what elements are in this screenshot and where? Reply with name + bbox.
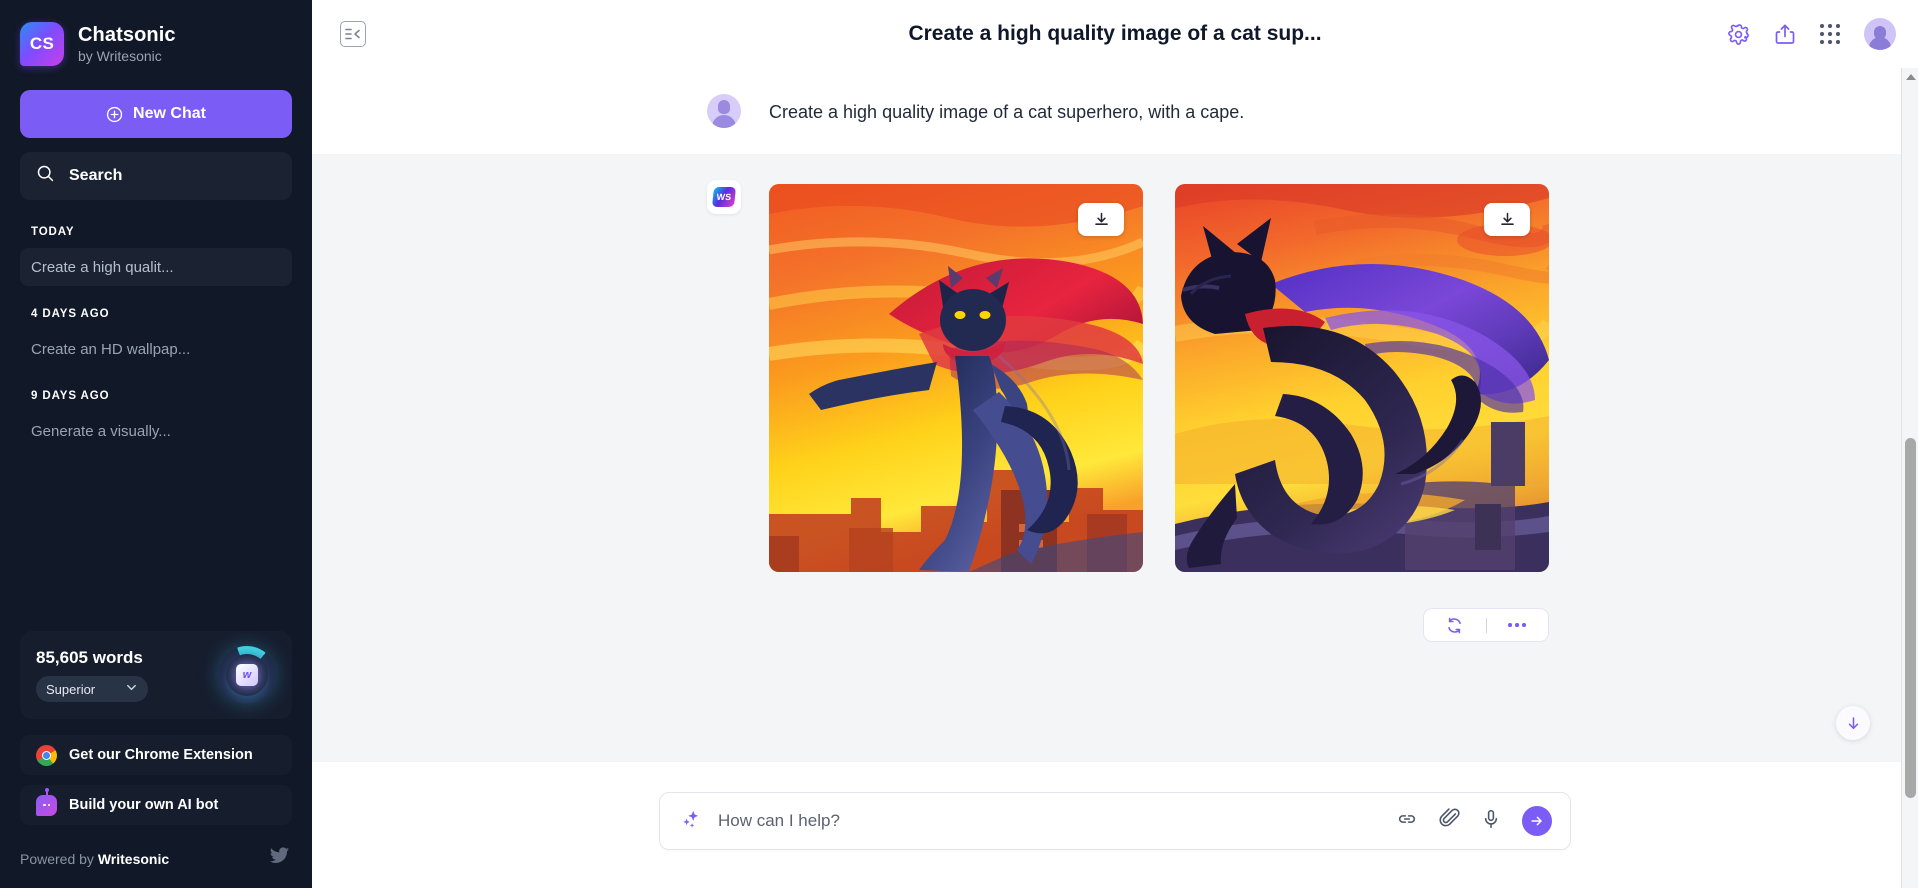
words-orb-inner: w	[226, 654, 268, 696]
regenerate-button[interactable]	[1424, 616, 1486, 635]
powered-brand: Writesonic	[97, 850, 170, 867]
search-button[interactable]: Search	[20, 152, 292, 200]
generated-image-1[interactable]	[1175, 184, 1549, 572]
message-bot: WS	[312, 154, 1918, 642]
writesonic-logo: WS	[707, 180, 741, 214]
history-item-0[interactable]: Create a high qualit...	[20, 248, 292, 286]
chat-scroll-region[interactable]: Create a high quality image of a cat sup…	[312, 68, 1918, 762]
arrow-right-icon	[1531, 816, 1542, 826]
message-inner: WS	[312, 180, 1549, 642]
powered-by-text: Powered by Writesonic	[20, 851, 169, 867]
header-actions	[1727, 18, 1896, 50]
words-count: 85,605 words	[36, 648, 143, 667]
chrome-icon	[36, 744, 57, 766]
brand-text: Chatsonic by Writesonic	[78, 24, 176, 64]
ws-chip-label: WS	[711, 187, 737, 207]
history-item-label: Create a high qualit...	[31, 258, 174, 276]
message-actions-bar	[1423, 608, 1549, 642]
paperclip-icon[interactable]	[1438, 807, 1460, 835]
actions-row	[769, 572, 1549, 642]
chevron-down-icon	[125, 681, 138, 697]
gear-icon[interactable]	[1727, 23, 1750, 46]
words-orb-gauge: w	[218, 646, 276, 704]
user-message-text: Create a high quality image of a cat sup…	[769, 102, 1245, 122]
collapse-sidebar-icon[interactable]	[340, 21, 366, 47]
search-label: Search	[69, 167, 123, 184]
app-root: CS Chatsonic by Writesonic New Chat Sear…	[0, 0, 1918, 888]
message-inner: Create a high quality image of a cat sup…	[312, 94, 1244, 128]
avatar-head	[718, 100, 730, 114]
avatar-head	[1874, 26, 1886, 39]
more-options-button[interactable]	[1486, 623, 1548, 627]
history-group-4-days: 4 DAYS AGO Create an HD wallpap...	[0, 308, 312, 368]
cat-superhero-red-cape-artwork	[769, 184, 1143, 572]
history-item-label: Create an HD wallpap...	[31, 340, 191, 358]
user-avatar[interactable]	[1864, 18, 1896, 50]
composer-area	[312, 762, 1918, 888]
plan-label: Superior	[46, 681, 96, 697]
build-ai-bot-label: Build your own AI bot	[69, 797, 219, 813]
powered-prefix: Powered by	[20, 850, 98, 867]
words-left: 85,605 words Superior	[36, 648, 148, 702]
download-image-button[interactable]	[1078, 203, 1124, 236]
history-item-label: Generate a visually...	[31, 422, 171, 440]
ellipsis-icon	[1508, 623, 1526, 627]
history-group-9-days: 9 DAYS AGO Generate a visually...	[0, 390, 312, 450]
link-icon[interactable]	[1396, 808, 1418, 835]
chatsonic-logo: CS	[20, 22, 64, 66]
share-icon[interactable]	[1774, 23, 1796, 46]
twitter-icon[interactable]	[269, 847, 290, 870]
powered-by-footer: Powered by Writesonic	[0, 825, 312, 888]
arrow-down-icon	[1848, 716, 1858, 729]
history-item-1[interactable]: Create an HD wallpap...	[20, 330, 292, 368]
scrollbar-thumb[interactable]	[1905, 438, 1916, 798]
message-composer[interactable]	[659, 792, 1571, 850]
scrollbar-up-arrow[interactable]	[1902, 68, 1918, 85]
words-balance-card: 85,605 words Superior w	[20, 631, 292, 719]
history-group-label: 9 DAYS AGO	[31, 390, 110, 402]
cat-superhero-purple-cape-artwork	[1175, 184, 1549, 572]
microphone-icon[interactable]	[1480, 808, 1502, 835]
send-button[interactable]	[1522, 806, 1552, 836]
brand-title: Chatsonic	[78, 24, 176, 46]
triangle-up-icon	[1905, 73, 1916, 80]
brand: CS Chatsonic by Writesonic	[0, 0, 312, 84]
plus-circle-icon	[106, 106, 123, 123]
brand-subtitle: by Writesonic	[78, 48, 162, 64]
robot-icon	[36, 794, 57, 816]
plan-selector[interactable]: Superior	[36, 676, 148, 702]
main-area: Create a high quality image of a cat sup…	[312, 0, 1918, 888]
writesonic-w-icon: w	[236, 664, 258, 686]
avatar-body	[712, 115, 736, 128]
download-image-button[interactable]	[1484, 203, 1530, 236]
build-ai-bot-button[interactable]: Build your own AI bot	[20, 785, 292, 825]
refresh-icon	[1448, 617, 1462, 633]
chrome-extension-label: Get our Chrome Extension	[69, 747, 253, 763]
top-header: Create a high quality image of a cat sup…	[312, 0, 1918, 68]
chat-history: TODAY Create a high qualit... 4 DAYS AGO…	[0, 200, 312, 631]
history-group-today: TODAY Create a high qualit...	[0, 226, 312, 286]
search-icon	[36, 164, 55, 188]
generated-images-row	[769, 180, 1549, 572]
sidebar-bottom: 85,605 words Superior w Get our Chrome E…	[0, 631, 312, 825]
scroll-to-bottom-button[interactable]	[1836, 706, 1870, 740]
message-input[interactable]	[702, 811, 1396, 831]
sidebar: CS Chatsonic by Writesonic New Chat Sear…	[0, 0, 312, 888]
composer-icons	[1396, 806, 1552, 836]
bot-response-body	[769, 180, 1549, 642]
history-item-2[interactable]: Generate a visually...	[20, 412, 292, 450]
vertical-scrollbar[interactable]	[1901, 68, 1918, 888]
history-group-label: TODAY	[31, 226, 75, 238]
new-chat-label: New Chat	[133, 105, 206, 122]
page-title: Create a high quality image of a cat sup…	[908, 22, 1322, 45]
new-chat-button[interactable]: New Chat	[20, 90, 292, 138]
sparkles-icon	[680, 808, 702, 835]
generated-image-0[interactable]	[769, 184, 1143, 572]
user-avatar	[707, 94, 741, 128]
history-group-label: 4 DAYS AGO	[31, 308, 110, 320]
chrome-extension-button[interactable]: Get our Chrome Extension	[20, 735, 292, 775]
apps-grid-icon[interactable]	[1820, 24, 1840, 44]
message-user: Create a high quality image of a cat sup…	[312, 68, 1918, 154]
